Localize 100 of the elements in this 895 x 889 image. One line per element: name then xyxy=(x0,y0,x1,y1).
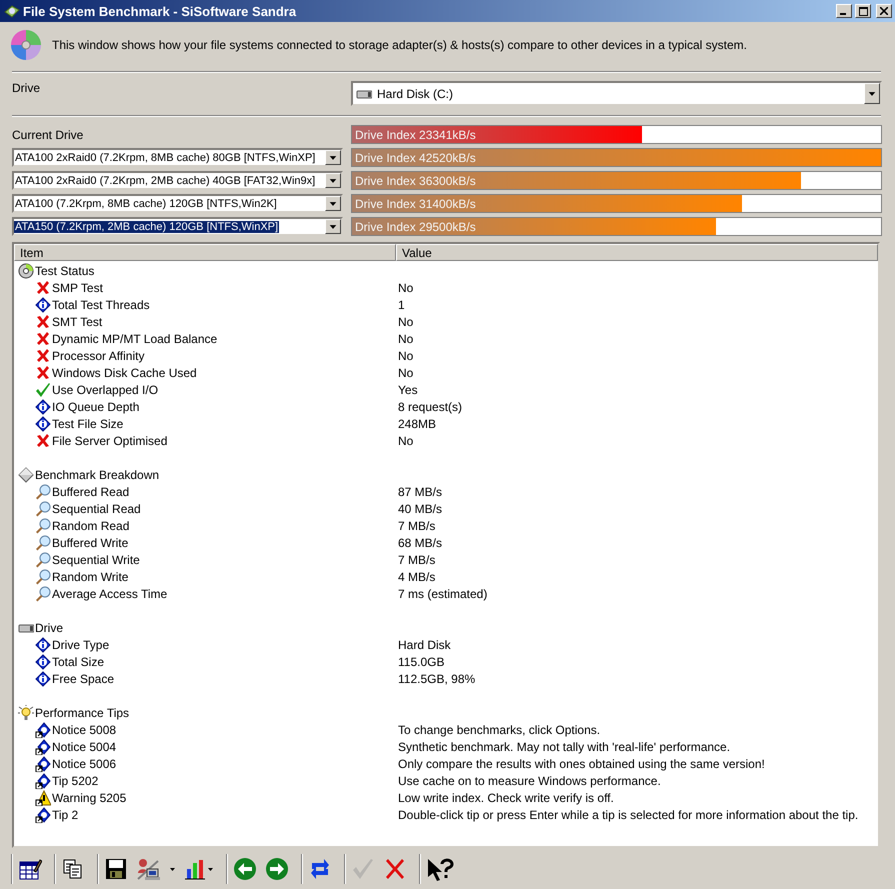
user-computer-icon[interactable] xyxy=(136,856,176,880)
item-label[interactable]: IO Queue Depth xyxy=(52,400,140,414)
item-label[interactable]: Test File Size xyxy=(52,416,124,430)
item-label[interactable]: Random Read xyxy=(52,518,130,532)
check-icon xyxy=(35,382,51,398)
close-icon xyxy=(880,7,888,15)
column-header[interactable]: Value xyxy=(396,244,878,261)
item-value: No xyxy=(398,348,414,362)
item-value: 87 MB/s xyxy=(398,484,442,498)
description-text: This window shows how your file systems connected to storage adapter(s) & hosts(s) compare to other devices in a typical system. xyxy=(52,38,747,52)
info-icon xyxy=(35,654,51,670)
item-value: Double-click tip or press Enter while a tip is selected for more information about the tip. xyxy=(398,808,858,822)
cross-icon xyxy=(35,314,51,330)
refresh-icon[interactable] xyxy=(308,856,332,880)
info-shortcut-icon xyxy=(35,738,51,754)
cross-icon xyxy=(35,364,51,380)
bar-label: Drive Index 36300kB/s xyxy=(355,174,476,188)
disc-icon xyxy=(18,262,34,278)
item-label[interactable]: Notice 5004 xyxy=(52,740,116,754)
info-icon xyxy=(35,296,51,312)
item-value: No xyxy=(398,366,414,380)
table-pencil-icon[interactable] xyxy=(18,856,42,880)
magnifier-icon xyxy=(35,484,51,500)
info-icon xyxy=(35,416,51,432)
item-value: Hard Disk xyxy=(398,638,451,652)
save-icon[interactable] xyxy=(104,856,128,880)
current-drive-label: Current Drive xyxy=(12,128,84,142)
item-value: 68 MB/s xyxy=(398,536,442,550)
item-value: 248MB xyxy=(398,416,436,430)
lightbulb-icon xyxy=(18,704,34,720)
cross-icon xyxy=(35,280,51,296)
back-icon[interactable] xyxy=(233,856,257,880)
item-label[interactable]: Total Test Threads xyxy=(52,298,150,312)
bar-label: Drive Index 42520kB/s xyxy=(355,151,476,165)
cross-icon xyxy=(35,432,51,448)
minimize-button[interactable] xyxy=(836,4,852,18)
item-value: Low write index. Check write verify is off. xyxy=(398,790,614,804)
item-label[interactable]: Warning 5205 xyxy=(52,790,126,804)
item-value: Yes xyxy=(398,382,418,396)
window-title: File System Benchmark - SiSoftware Sandra xyxy=(23,4,298,18)
item-label[interactable]: Buffered Read xyxy=(52,484,130,498)
bar-label: Drive Index 23341kB/s xyxy=(355,128,476,142)
item-value: 7 MB/s xyxy=(398,518,436,532)
bar-label: Drive Index 31400kB/s xyxy=(355,197,476,211)
info-icon xyxy=(35,398,51,414)
item-label[interactable]: Processor Affinity xyxy=(52,348,144,362)
item-label[interactable]: Total Size xyxy=(52,654,104,668)
item-label[interactable]: Notice 5006 xyxy=(52,756,116,770)
group-title[interactable]: Benchmark Breakdown xyxy=(35,468,160,482)
magnifier-icon xyxy=(35,534,51,550)
item-value: 4 MB/s xyxy=(398,570,436,584)
group-title[interactable]: Performance Tips xyxy=(35,706,130,720)
item-label[interactable]: Free Space xyxy=(52,672,114,686)
item-value: Only compare the results with ones obtained using the same version! xyxy=(398,756,765,770)
item-label[interactable]: Sequential Write xyxy=(52,552,140,566)
item-label[interactable]: Windows Disk Cache Used xyxy=(52,366,197,380)
item-label[interactable]: Buffered Write xyxy=(52,536,128,550)
app-icon xyxy=(4,3,20,19)
group-title[interactable]: Test Status xyxy=(35,264,94,278)
item-label[interactable]: Average Access Time xyxy=(52,586,168,600)
cross-icon xyxy=(35,330,51,346)
drive-dropdown[interactable]: Hard Disk (C:) xyxy=(351,81,882,106)
item-value: No xyxy=(398,434,414,448)
magnifier-icon xyxy=(35,568,51,584)
cross-icon xyxy=(35,348,51,364)
item-label[interactable]: Dynamic MP/MT Load Balance xyxy=(52,332,218,346)
reference-drive-dropdown[interactable]: ATA100 (7.2Krpm, 8MB cache) 120GB [NTFS,Win2K] xyxy=(12,194,343,213)
bar-label: Drive Index 29500kB/s xyxy=(355,220,476,234)
reference-drive-dropdown[interactable]: ATA100 2xRaid0 (7.2Krpm, 2MB cache) 40GB [FAT32,Win9x] xyxy=(12,171,343,190)
info-shortcut-icon xyxy=(35,772,51,788)
item-value: 40 MB/s xyxy=(398,502,442,516)
item-label[interactable]: Sequential Read xyxy=(52,502,141,516)
item-value: No xyxy=(398,314,414,328)
help-icon[interactable] xyxy=(426,856,454,880)
maximize-button[interactable] xyxy=(855,4,871,18)
close-button[interactable] xyxy=(876,4,892,18)
column-header[interactable]: Item xyxy=(14,244,396,261)
item-label[interactable]: Tip 5202 xyxy=(52,774,98,788)
item-label[interactable]: SMT Test xyxy=(52,314,102,328)
item-value: 7 MB/s xyxy=(398,552,436,566)
item-value: 115.0GB xyxy=(398,654,444,668)
group-title[interactable]: Drive xyxy=(35,620,64,634)
item-label[interactable]: Use Overlapped I/O xyxy=(52,382,158,396)
magnifier-icon xyxy=(35,586,51,602)
item-label[interactable]: Random Write xyxy=(52,570,128,584)
reference-drive-dropdown[interactable]: ATA100 2xRaid0 (7.2Krpm, 8MB cache) 80GB [NTFS,WinXP] xyxy=(12,148,343,167)
item-value: 1 xyxy=(398,298,405,312)
item-label[interactable]: Notice 5008 xyxy=(52,722,116,736)
forward-icon[interactable] xyxy=(265,856,289,880)
item-value: Synthetic benchmark. May not tally with 'real-life' performance. xyxy=(398,740,730,754)
item-value: 7 ms (estimated) xyxy=(398,586,488,600)
warning-icon xyxy=(35,790,51,806)
magnifier-icon xyxy=(35,552,51,568)
reference-drive-dropdown[interactable]: ATA150 (7.2Krpm, 2MB cache) 120GB [NTFS,WinXP] xyxy=(12,217,343,236)
item-label[interactable]: Tip 2 xyxy=(52,808,78,822)
item-label[interactable]: Drive Type xyxy=(52,638,110,652)
cross-icon[interactable] xyxy=(383,856,407,880)
item-label[interactable]: File Server Optimised xyxy=(52,434,168,448)
item-label[interactable]: SMP Test xyxy=(52,280,103,294)
diamond-icon xyxy=(18,466,34,482)
